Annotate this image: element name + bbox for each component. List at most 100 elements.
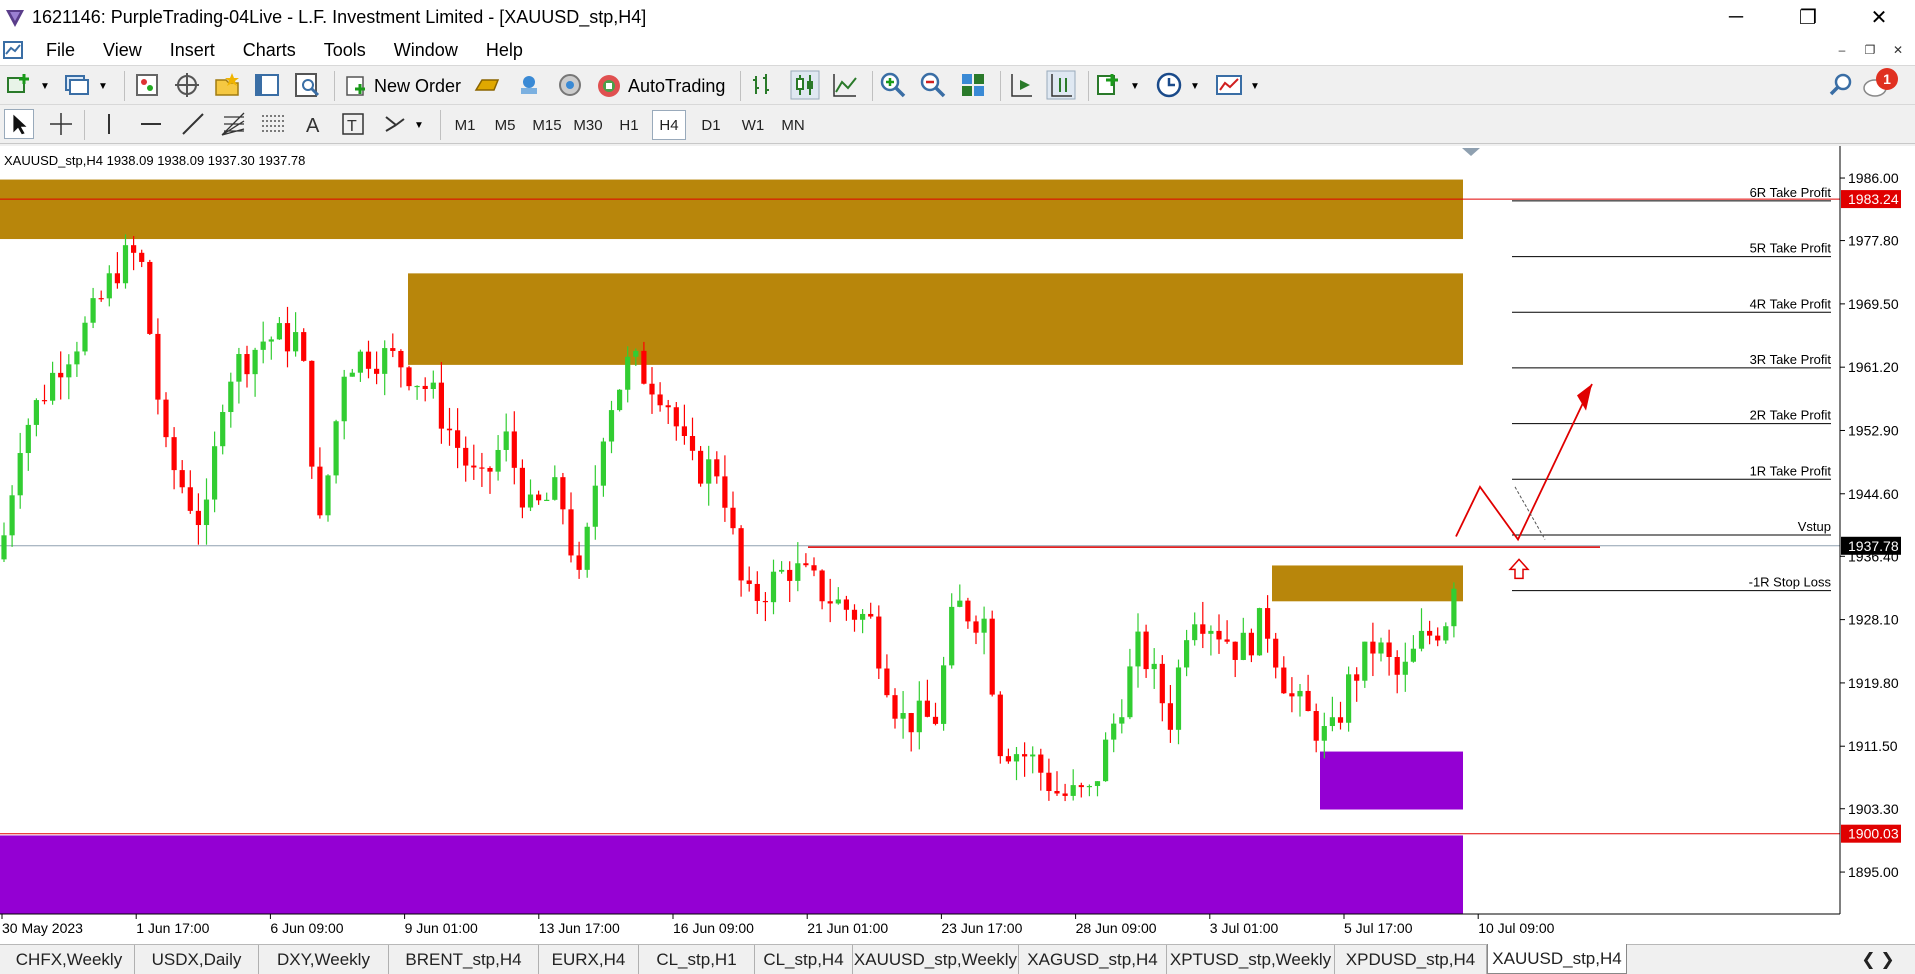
profiles-icon[interactable] (62, 70, 92, 100)
candle (560, 472, 566, 525)
new-order-button[interactable]: New Order (344, 70, 461, 102)
symbol-tab-4[interactable]: EURX,H4 (539, 945, 639, 974)
market-icon[interactable] (555, 70, 585, 100)
gold-bar-icon[interactable] (472, 70, 502, 100)
demand-zone-small[interactable] (1272, 565, 1463, 602)
arrows-tool-icon[interactable] (380, 109, 410, 139)
data-window-icon[interactable] (172, 70, 202, 100)
autotrading-label: AutoTrading (628, 75, 726, 96)
price-chart[interactable]: 6R Take Profit 5R Take Profit 4R Take Prof… (0, 146, 1915, 944)
timeframe-m30[interactable]: M30 (569, 110, 607, 140)
strategy-tester-icon[interactable] (292, 70, 322, 100)
new-chart-dropdown-icon[interactable]: ▼ (40, 70, 50, 102)
timeframe-h4[interactable]: H4 (652, 110, 686, 140)
time-tick-label: 30 May 2023 (2, 920, 83, 936)
menu-file[interactable]: File (32, 40, 89, 61)
market-watch-icon[interactable] (132, 70, 162, 100)
timeframe-d1[interactable]: D1 (695, 110, 727, 140)
periods-dropdown-icon[interactable]: ▼ (1190, 70, 1200, 102)
line-chart-icon[interactable] (830, 70, 860, 100)
timeframe-m1[interactable]: M1 (450, 110, 480, 140)
menu-insert[interactable]: Insert (156, 40, 229, 61)
menu-charts[interactable]: Charts (229, 40, 310, 61)
symbol-tab-1[interactable]: USDX,Daily (135, 945, 259, 974)
signals-icon[interactable] (514, 70, 544, 100)
crosshair-icon[interactable] (46, 109, 76, 139)
menu-view[interactable]: View (89, 40, 156, 61)
menu-bar: File View Insert Charts Tools Window Hel… (0, 35, 1915, 65)
new-order-icon (346, 76, 365, 96)
symbol-tab-2[interactable]: DXY,Weekly (259, 945, 389, 974)
terminal-icon[interactable] (252, 70, 282, 100)
navigator-icon[interactable] (212, 70, 242, 100)
menu-tools[interactable]: Tools (310, 40, 380, 61)
timeframe-w1[interactable]: W1 (737, 110, 769, 140)
search-icon[interactable] (1826, 70, 1856, 100)
timeframe-mn[interactable]: MN (776, 110, 810, 140)
chart-window-icon[interactable] (2, 39, 24, 61)
candle-body (568, 509, 574, 556)
candle-body (438, 382, 444, 429)
text-tool-icon[interactable]: A (298, 109, 328, 139)
symbol-tab-0[interactable]: CHFX,Weekly (4, 945, 135, 974)
tab-scroll-arrows-icon[interactable]: ❮ ❯ (1858, 945, 1898, 974)
zoom-in-icon[interactable] (878, 70, 908, 100)
autotrading-button[interactable]: AutoTrading (596, 70, 725, 102)
supply-zone-top[interactable] (0, 179, 1463, 240)
projection-path[interactable] (1455, 383, 1593, 542)
demand-zone-purple[interactable] (1320, 751, 1463, 810)
mdi-restore-icon[interactable]: ❐ (1859, 39, 1881, 61)
minimize-button[interactable]: ─ (1700, 0, 1772, 35)
menu-help[interactable]: Help (472, 40, 537, 61)
fibonacci-retracement-icon[interactable] (258, 109, 288, 139)
indicators-dropdown-icon[interactable]: ▼ (1130, 70, 1140, 102)
symbol-tab-10[interactable]: XPDUSD_stp,H4 (1335, 945, 1487, 974)
supply-zone-mid[interactable] (408, 273, 1463, 365)
mdi-close-icon[interactable]: ✕ (1887, 39, 1909, 61)
candle-body (155, 333, 161, 400)
text-label-icon[interactable]: T (338, 109, 368, 139)
indicators-icon[interactable] (1094, 70, 1124, 100)
tile-windows-icon[interactable] (958, 70, 988, 100)
demand-zone-purple-bottom[interactable] (0, 835, 1463, 914)
maximize-button[interactable]: ❐ (1772, 0, 1844, 35)
timeframe-m5[interactable]: M5 (490, 110, 520, 140)
vertical-line-icon[interactable] (94, 109, 124, 139)
symbol-tab-11[interactable]: XAUUSD_stp,H4 (1487, 944, 1627, 974)
timeframe-m15[interactable]: M15 (528, 110, 566, 140)
templates-dropdown-icon[interactable]: ▼ (1250, 70, 1260, 102)
chart-window[interactable]: 6R Take Profit 5R Take Profit 4R Take Prof… (0, 146, 1915, 944)
bar-chart-icon[interactable] (748, 70, 778, 100)
chart-shift-icon[interactable] (1006, 70, 1036, 100)
candlestick-chart-icon[interactable] (790, 70, 820, 100)
candle (414, 385, 420, 400)
symbol-tab-8[interactable]: XAGUSD_stp,H4 (1019, 945, 1167, 974)
candle-body (1281, 667, 1287, 694)
new-chart-icon[interactable] (4, 70, 34, 100)
title-bar: 1621146: PurpleTrading-04Live - L.F. Inv… (0, 0, 1915, 35)
chart-shift-marker-icon[interactable] (1462, 148, 1480, 156)
zoom-out-icon[interactable] (918, 70, 948, 100)
symbol-tab-6[interactable]: CL_stp,H4 (755, 945, 853, 974)
templates-icon[interactable] (1214, 70, 1244, 100)
close-button[interactable]: ✕ (1843, 0, 1915, 35)
mdi-minimize-icon[interactable]: – (1831, 39, 1853, 61)
profiles-dropdown-icon[interactable]: ▼ (98, 70, 108, 102)
menu-window[interactable]: Window (380, 40, 472, 61)
horizontal-line-icon[interactable] (136, 109, 166, 139)
timeframe-h1[interactable]: H1 (614, 110, 644, 140)
buy-arrow-icon[interactable] (1508, 558, 1530, 580)
symbol-tab-3[interactable]: BRENT_stp,H4 (389, 945, 539, 974)
symbol-tab-5[interactable]: CL_stp,H1 (639, 945, 755, 974)
auto-scroll-icon[interactable] (1046, 70, 1076, 100)
periods-clock-icon[interactable] (1154, 70, 1184, 100)
cursor-icon[interactable] (4, 109, 34, 139)
arrows-dropdown-icon[interactable]: ▼ (414, 109, 424, 141)
notifications-button[interactable]: 1 (1862, 68, 1898, 102)
fibonacci-fan-icon[interactable] (218, 109, 248, 139)
trendline-icon[interactable] (178, 109, 208, 139)
candle (965, 597, 971, 629)
candle (58, 351, 64, 400)
symbol-tab-9[interactable]: XPTUSD_stp,Weekly (1167, 945, 1335, 974)
symbol-tab-7[interactable]: XAUUSD_stp,Weekly (853, 945, 1019, 974)
